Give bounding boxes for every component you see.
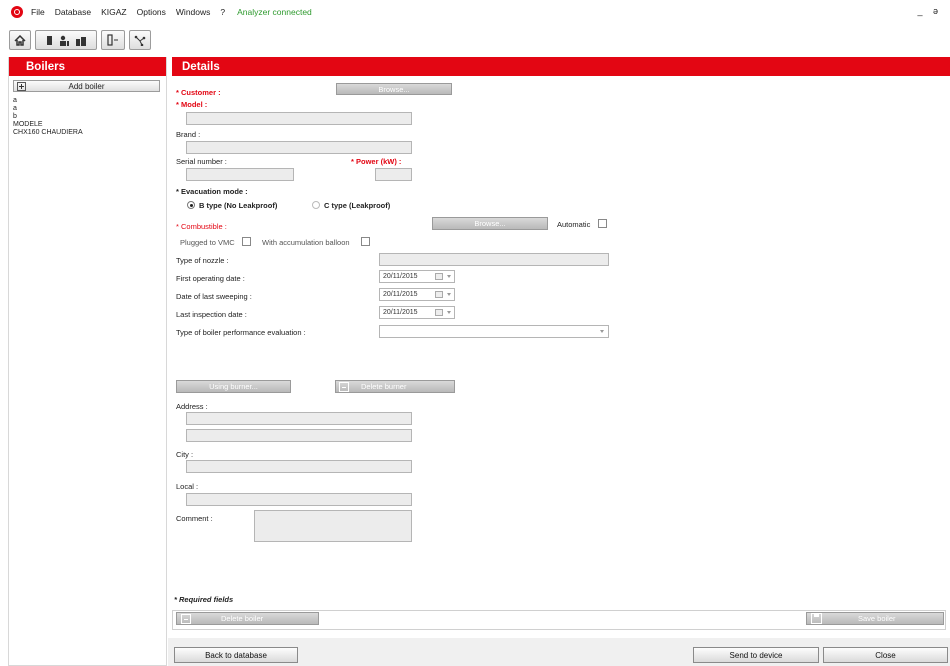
calendar-icon[interactable] [435,309,443,316]
menu-windows[interactable]: Windows [176,7,210,17]
last-inspection-date-picker[interactable]: 20/11/2015 [379,306,455,319]
minus-icon [181,613,191,624]
local-field[interactable] [186,493,412,506]
automatic-label: Automatic [557,220,591,229]
power-field[interactable] [375,168,412,181]
combustible-label: * Combustible : [176,222,227,231]
model-label: * Model : [176,100,208,109]
home-icon [14,34,26,46]
brand-field[interactable] [186,141,412,154]
model-field[interactable] [186,112,412,125]
calendar-icon[interactable] [435,273,443,280]
evacuation-option-b[interactable]: B type (No Leakproof) [187,201,277,210]
save-icon [811,613,822,624]
chevron-down-icon[interactable] [447,293,451,296]
first-operating-date-picker[interactable]: 20/11/2015 [379,270,455,283]
network-icon [134,35,146,46]
boiler-list-item[interactable]: MODELE [13,121,166,129]
menu-file[interactable]: File [31,7,45,17]
performance-evaluation-label: Type of boiler performance evaluation : [176,328,306,337]
home-button[interactable] [9,30,31,50]
brand-label: Brand : [176,130,201,139]
power-label: * Power (kW) : [351,157,402,166]
evacuation-option-c[interactable]: C type (Leakproof) [312,201,390,210]
analyzer-probe-button[interactable] [101,30,125,50]
comment-field[interactable] [254,510,412,542]
chevron-down-icon [600,330,604,333]
address-label: Address : [176,402,208,411]
address-line2-field[interactable] [186,429,412,442]
network-button[interactable] [129,30,151,50]
window-controls[interactable]: _ ə [917,6,942,16]
plugged-vmc-checkbox[interactable] [242,237,251,246]
using-burner-button[interactable]: Using burner... [176,380,291,393]
menu-help[interactable]: ? [220,7,225,17]
local-label: Local : [176,482,199,491]
boiler-list: a a b MODELE CHX160 CHAUDIERA [9,97,166,137]
radio-unselected-icon [312,201,320,209]
nozzle-label: Type of nozzle : [176,256,229,265]
accumulation-balloon-checkbox[interactable] [361,237,370,246]
back-to-database-button[interactable]: Back to database [174,647,298,663]
send-to-device-button[interactable]: Send to device [693,647,819,663]
delete-boiler-button[interactable]: Delete boiler [176,612,319,625]
analyzer-probe-icon [107,34,118,46]
save-boiler-button[interactable]: Save boiler [806,612,944,625]
serial-number-field[interactable] [186,168,294,181]
comment-label: Comment : [176,514,213,523]
plugged-vmc-label: Plugged to VMC [180,238,235,247]
city-label: City : [176,450,194,459]
boiler-list-item[interactable]: CHX160 CHAUDIERA [13,129,166,137]
add-boiler-button[interactable]: Add boiler [13,80,160,92]
evacuation-mode-label: * Evacuation mode : [176,187,248,196]
calendar-icon[interactable] [435,291,443,298]
last-sweeping-date-label: Date of last sweeping : [176,292,252,301]
building-icon[interactable] [75,35,87,46]
analyzer-status: Analyzer connected [237,7,312,17]
last-inspection-date-label: Last inspection date : [176,310,247,319]
details-title: Details [172,57,950,76]
app-logo-icon [11,6,23,18]
menu-options[interactable]: Options [137,7,166,17]
required-fields-note: * Required fields [174,595,234,604]
customer-browse-button[interactable]: Browse... [336,83,452,95]
combustible-browse-button[interactable]: Browse... [432,217,548,230]
boiler-list-item[interactable]: a [13,105,166,113]
minus-icon [339,381,349,392]
boiler-list-item[interactable]: a [13,97,166,105]
menu-database[interactable]: Database [55,7,91,17]
toolbar [0,24,950,56]
city-field[interactable] [186,460,412,473]
accumulation-balloon-label: With accumulation balloon [262,238,350,247]
boiler-list-item[interactable]: b [13,113,166,121]
radio-selected-icon [187,201,195,209]
performance-evaluation-select[interactable] [379,325,609,338]
device-icon[interactable] [46,35,53,46]
customer-label: * Customer : [176,88,221,97]
menu-kigaz[interactable]: KIGAZ [101,7,127,17]
plus-icon [17,81,26,91]
menu-bar: File Database KIGAZ Options Windows ? An… [0,0,950,24]
automatic-checkbox[interactable] [598,219,607,228]
last-sweeping-date-picker[interactable]: 20/11/2015 [379,288,455,301]
first-operating-date-label: First operating date : [176,274,245,283]
address-line1-field[interactable] [186,412,412,425]
chevron-down-icon[interactable] [447,311,451,314]
serial-number-label: Serial number : [176,157,227,166]
technician-icon[interactable] [59,35,70,46]
nozzle-field[interactable] [379,253,609,266]
delete-burner-button[interactable]: Delete burner [335,380,455,393]
close-button[interactable]: Close [823,647,948,663]
boilers-panel: Boilers Add boiler a a b MODELE CHX160 C… [8,57,167,666]
device-tech-building-group [35,30,97,50]
boilers-title: Boilers [9,57,166,76]
chevron-down-icon[interactable] [447,275,451,278]
